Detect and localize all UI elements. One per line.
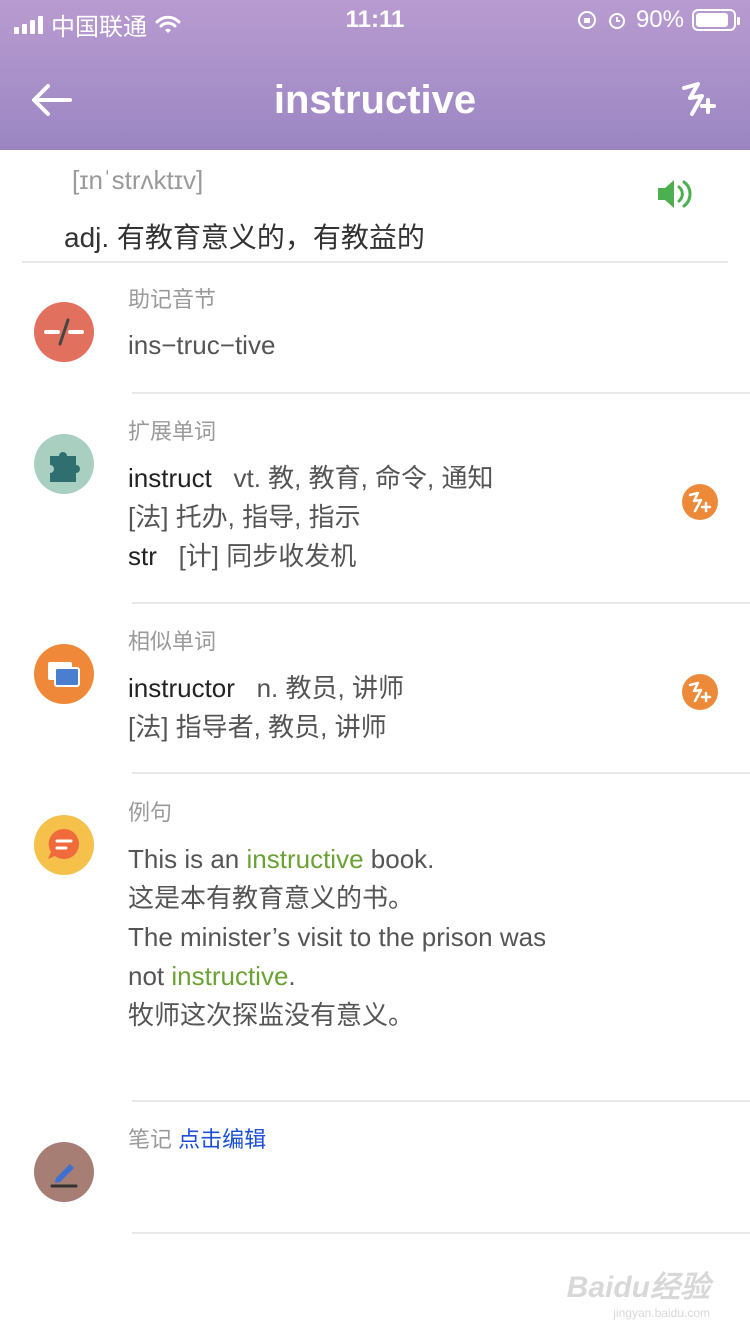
example-text: . [288, 961, 296, 991]
examples-label: 例句 [128, 800, 173, 825]
example-line: not instructive. [128, 957, 546, 996]
notes-row: 笔记 点击编辑 [128, 1122, 266, 1154]
example-translation: 这是本有教育意义的书。 [128, 883, 415, 913]
similar-words-icon [34, 644, 94, 704]
example-translation: 牧师这次探监没有意义。 [128, 1000, 415, 1030]
word-cn: n. 教员, 讲师 [256, 673, 404, 703]
definition: adj. 有教育意义的，有教益的 [64, 222, 425, 253]
notes-icon [34, 1142, 94, 1202]
word-cn: [法] 托办, 指导, 指示 [128, 502, 361, 532]
divider [132, 772, 750, 774]
similar-label: 相似单词 [128, 629, 217, 654]
extended-words: instruct vt. 教, 教育, 命令, 通知 [法] 托办, 指导, 指… [128, 459, 494, 576]
divider [132, 1100, 750, 1102]
page-title: instructive [273, 78, 477, 122]
word-en[interactable]: instructor [128, 673, 235, 703]
example-text: This is an [128, 844, 247, 874]
divider [132, 392, 750, 394]
add-word-icon [688, 681, 712, 703]
watermark-logo: Baidu经验 jingyan.baidu.com [567, 1262, 710, 1320]
example-text: not [128, 961, 172, 991]
example-line: The minister’s visit to the prison was [128, 922, 547, 952]
add-word-icon [688, 491, 712, 513]
rotation-lock-icon [577, 11, 596, 29]
phonetic: [ɪnˈstrʌktɪv] [72, 165, 204, 195]
top-bar: 中国联通 11:11 90% instructive [0, 0, 750, 150]
add-to-wordbook-button[interactable] [678, 78, 718, 118]
extended-line: [法] 托办, 指导, 指示 [128, 498, 494, 537]
speaker-icon [658, 180, 692, 208]
battery-percent: 90% [635, 6, 684, 33]
puzzle-icon [34, 434, 94, 494]
word-cn: vt. 教, 教育, 命令, 通知 [233, 463, 494, 493]
mnemonic-icon [34, 302, 94, 362]
nav-bar: instructive [0, 56, 750, 146]
extended-line: str [计] 同步收发机 [128, 537, 494, 576]
mnemonic-label: 助记音节 [128, 287, 217, 312]
example-text: book. [363, 844, 435, 874]
edit-notes-link[interactable]: 点击编辑 [178, 1127, 266, 1152]
mnemonic-syllables: ins−truc−tive [128, 330, 276, 360]
add-wordbook-icon [682, 82, 716, 116]
battery-icon [692, 9, 740, 31]
extended-line: instruct vt. 教, 教育, 命令, 通知 [128, 459, 494, 498]
watermark-text: Baidu经验 [566, 1271, 710, 1304]
example-line: This is an instructive book. [128, 840, 546, 879]
similar-line: instructor n. 教员, 讲师 [128, 669, 404, 708]
pronounce-button[interactable] [654, 176, 694, 212]
status-right: 90% [576, 6, 740, 34]
word-cn: [法] 指导者, 教员, 讲师 [128, 712, 387, 742]
notes-label: 笔记 [128, 1127, 173, 1152]
highlighted-word: instructive [171, 961, 289, 991]
word-en[interactable]: instruct [128, 463, 212, 493]
extended-label: 扩展单词 [128, 419, 217, 444]
divider [22, 261, 728, 263]
example-icon [34, 815, 94, 875]
highlighted-word: instructive [246, 844, 364, 874]
word-cn: [计] 同步收发机 [178, 541, 357, 571]
similar-words: instructor n. 教员, 讲师 [法] 指导者, 教员, 讲师 [128, 669, 404, 747]
add-similar-word-button[interactable] [682, 674, 718, 710]
similar-line: [法] 指导者, 教员, 讲师 [128, 708, 404, 747]
example-sentences: This is an instructive book. 这是本有教育意义的书。… [128, 840, 546, 1035]
add-extended-word-button[interactable] [682, 484, 718, 520]
alarm-icon [608, 13, 625, 29]
divider [132, 602, 750, 604]
status-bar: 中国联通 11:11 90% [0, 0, 750, 41]
watermark-url: jingyan.baidu.com [613, 1306, 710, 1320]
divider [132, 1232, 750, 1234]
word-en[interactable]: str [128, 541, 157, 571]
